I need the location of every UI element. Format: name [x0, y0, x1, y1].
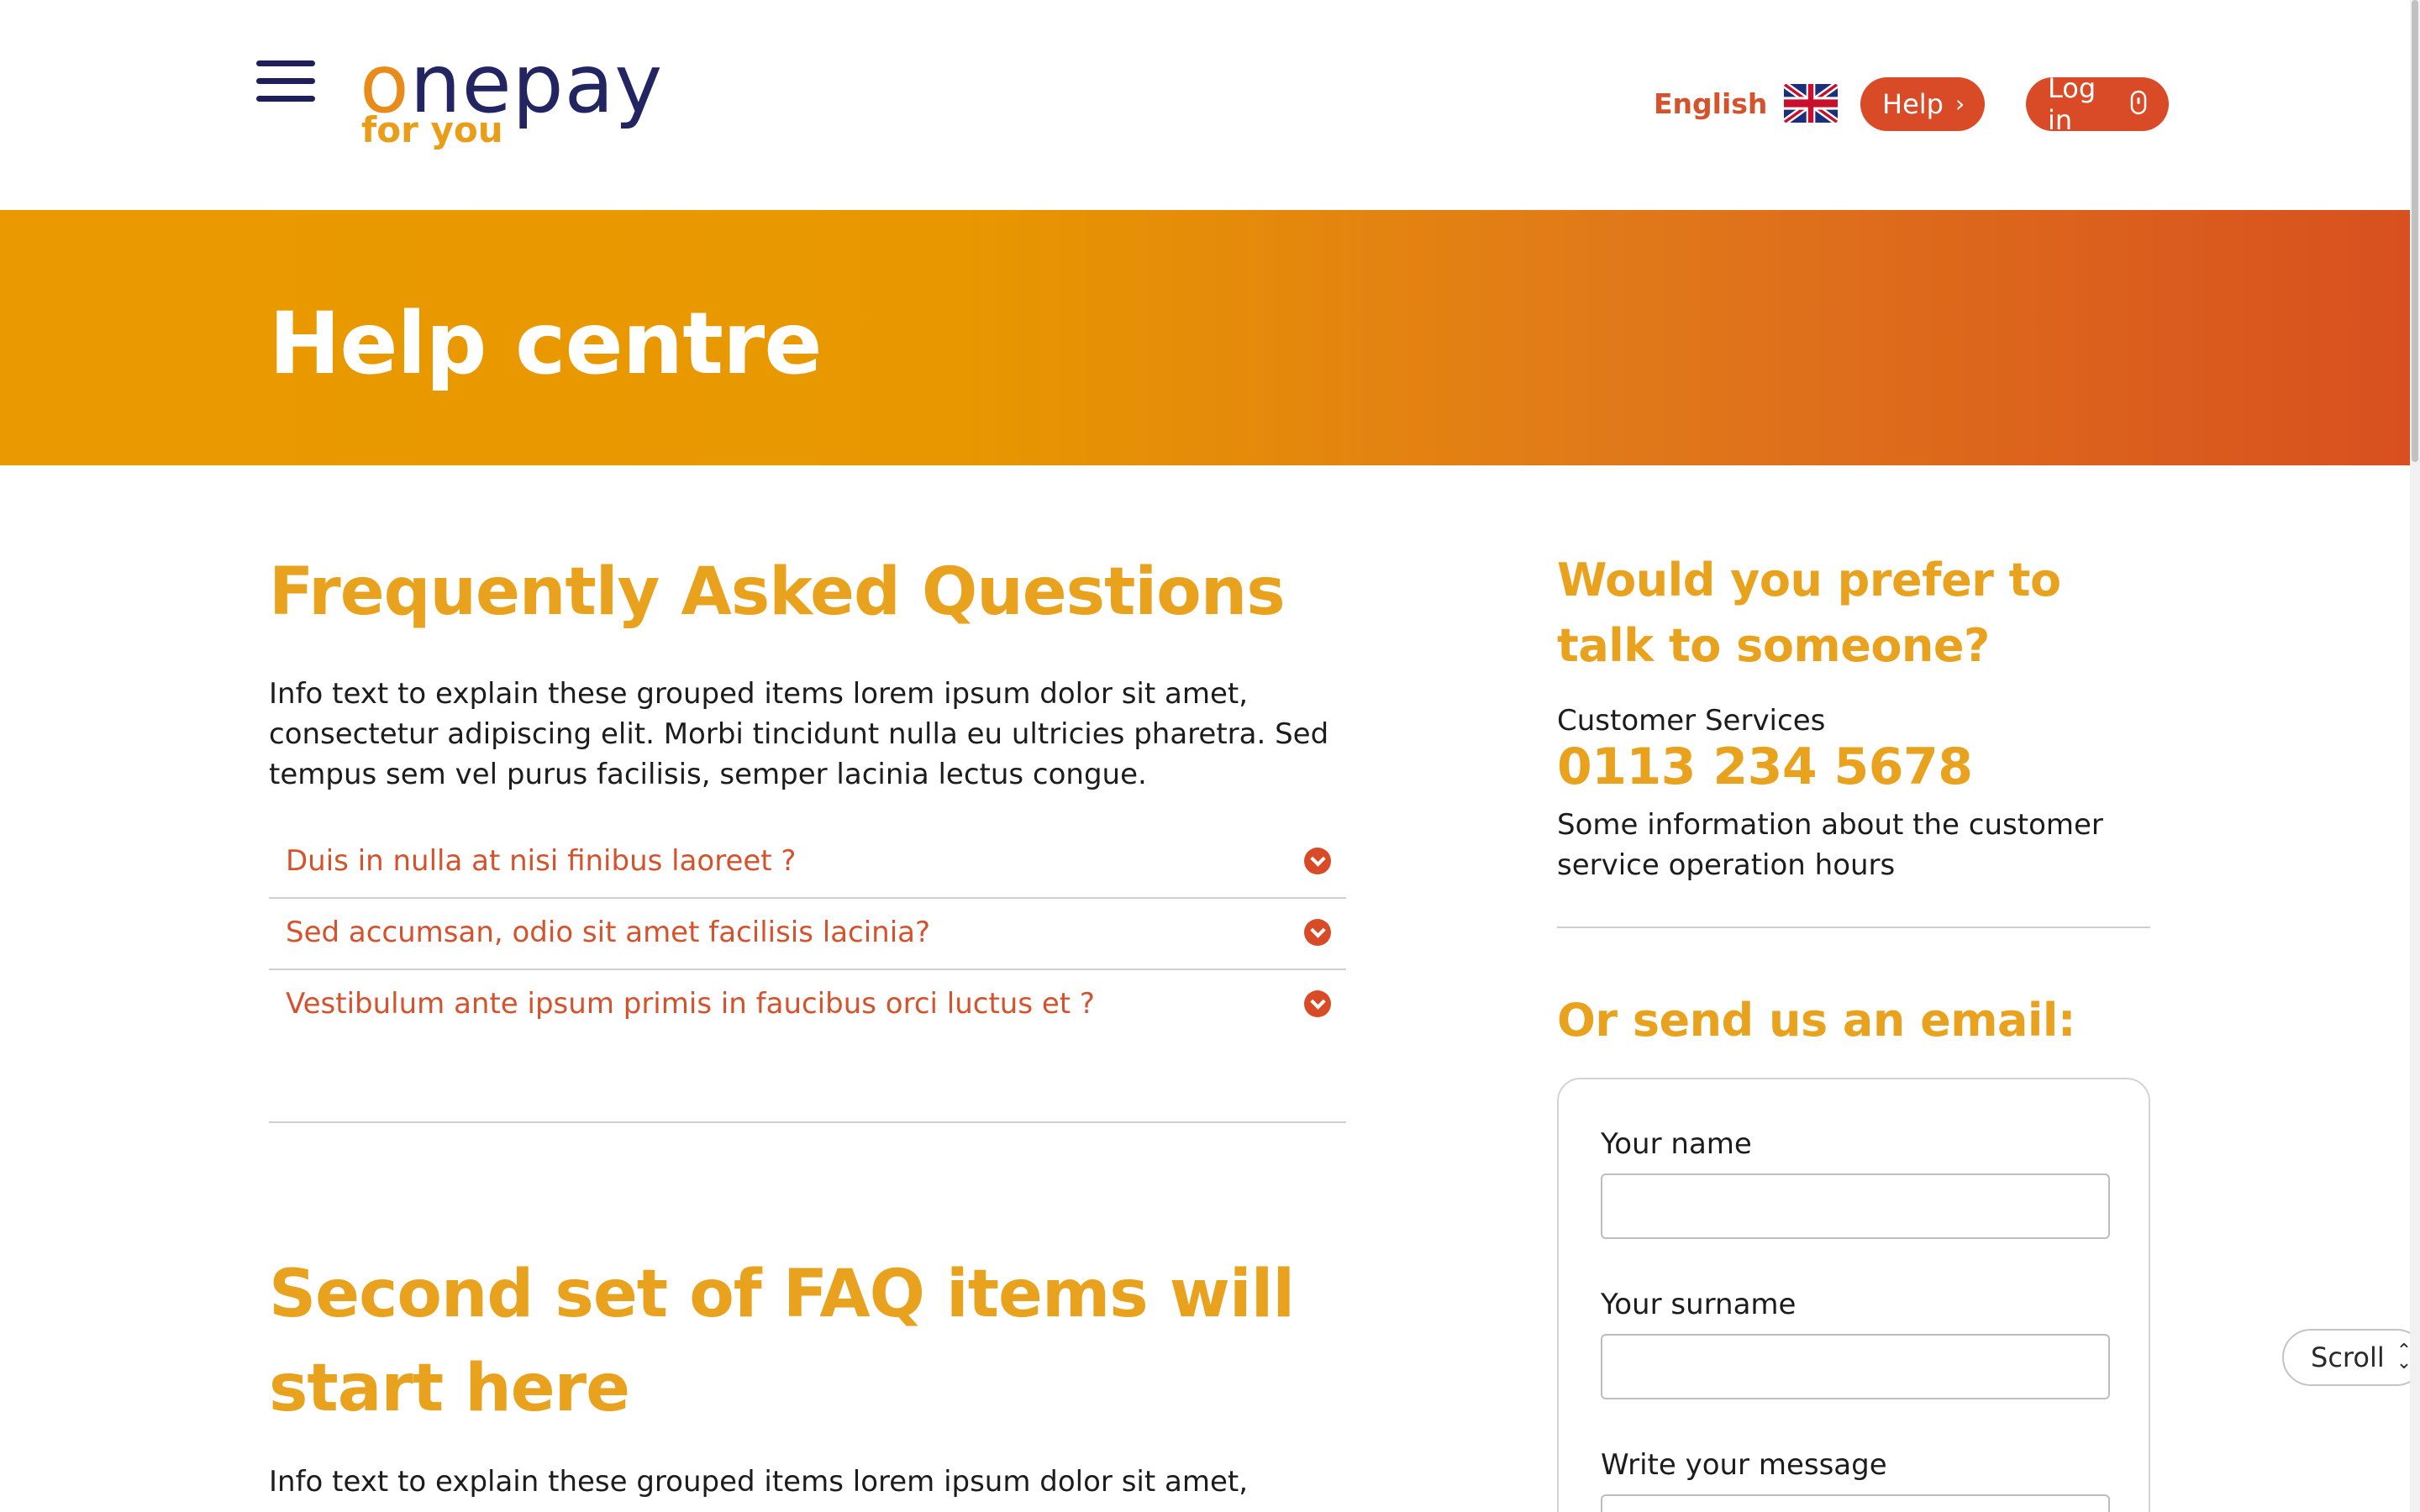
hero-banner: Help centre — [0, 210, 2410, 465]
faq-item[interactable]: Duis in nulla at nisi finibus laoreet ? — [269, 827, 1346, 899]
menu-icon-bar — [256, 60, 315, 66]
surname-label: Your surname — [1601, 1288, 1797, 1321]
email-heading: Or send us an email: — [1557, 994, 2076, 1047]
page-title: Help centre — [269, 294, 823, 394]
message-label: Write your message — [1601, 1448, 1887, 1482]
scroll-button[interactable]: Scroll ⌃ ⌄ — [2282, 1329, 2420, 1386]
faq-heading: Frequently Asked Questions — [269, 554, 1286, 630]
scrollbar-thumb[interactable] — [2412, 0, 2418, 462]
language-label: English — [1654, 87, 1768, 120]
name-field[interactable] — [1601, 1173, 2110, 1239]
lock-icon — [2130, 90, 2147, 119]
contact-heading: Would you prefer to talk to someone? — [1557, 554, 2061, 672]
faq-accordion: Duis in nulla at nisi finibus laoreet ? … — [269, 827, 1346, 1042]
customer-services-label: Customer Services — [1557, 704, 1826, 738]
uk-flag-icon — [1784, 84, 1839, 123]
site-header: onepay for you English Help › Log in — [0, 0, 2410, 210]
contact-divider — [1557, 927, 2150, 928]
menu-icon-bar — [256, 78, 315, 84]
message-field[interactable] — [1601, 1494, 2110, 1512]
email-form: Your name Your surname Write your messag… — [1557, 1078, 2150, 1512]
surname-field[interactable] — [1601, 1334, 2110, 1399]
chevron-down-icon — [1304, 919, 1331, 946]
scroll-button-label: Scroll — [2311, 1341, 2385, 1373]
name-label: Your name — [1601, 1127, 1752, 1161]
chevron-down-icon — [1304, 848, 1331, 874]
phone-number[interactable]: 0113 234 5678 — [1557, 738, 1973, 796]
faq-info-text: Info text to explain these grouped items… — [269, 677, 1329, 791]
section-divider — [269, 1121, 1346, 1123]
faq-item[interactable]: Vestibulum ante ipsum primis in faucibus… — [269, 970, 1346, 1042]
login-button-label: Log in — [2048, 72, 2096, 136]
menu-icon[interactable] — [256, 60, 315, 102]
faq-item[interactable]: Sed accumsan, odio sit amet facilisis la… — [269, 899, 1346, 970]
faq2-info-text: Info text to explain these grouped items… — [269, 1465, 1249, 1499]
faq-question: Vestibulum ante ipsum primis in faucibus… — [286, 987, 1095, 1021]
chevron-right-icon: › — [1954, 90, 1965, 118]
page-scrollbar[interactable] — [2410, 0, 2420, 1512]
menu-icon-bar — [256, 96, 315, 102]
faq-question: Sed accumsan, odio sit amet facilisis la… — [286, 916, 931, 949]
onepay-logo[interactable]: onepay for you — [360, 44, 696, 161]
logo-tagline: for you — [361, 109, 503, 150]
operation-hours-text: Some information about the customer serv… — [1557, 808, 2103, 882]
faq2-heading: Second set of FAQ items will start here — [269, 1257, 1295, 1426]
help-button[interactable]: Help › — [1860, 77, 1985, 131]
language-selector[interactable]: English — [1654, 84, 1839, 123]
chevron-down-icon — [1304, 990, 1331, 1017]
login-button[interactable]: Log in — [2026, 72, 2169, 136]
faq-question: Duis in nulla at nisi finibus laoreet ? — [286, 844, 797, 878]
help-button-label: Help — [1882, 88, 1944, 120]
